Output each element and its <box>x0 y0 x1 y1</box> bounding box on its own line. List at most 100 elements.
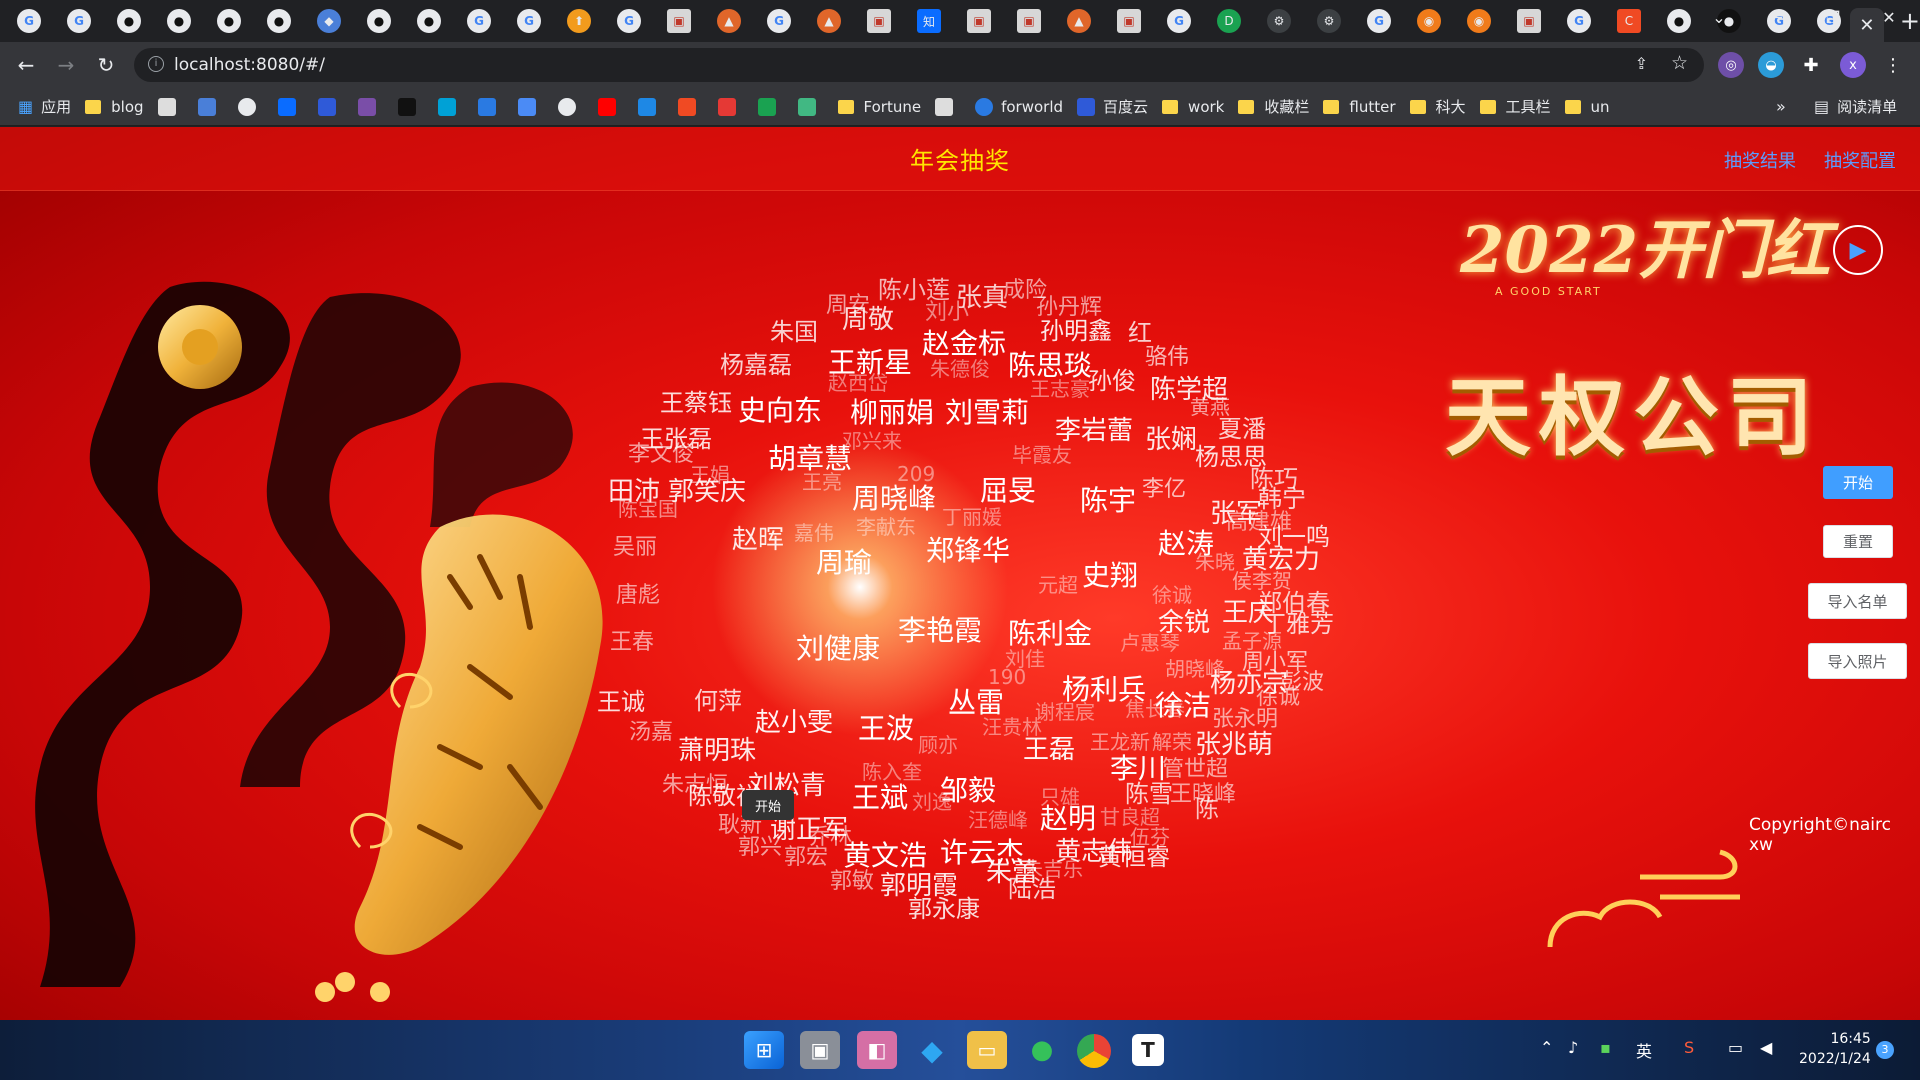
tab-site-icon[interactable]: D <box>1217 9 1241 33</box>
reset-button[interactable]: 重置 <box>1823 525 1893 558</box>
tab-github-icon[interactable]: ● <box>117 9 141 33</box>
tab-github-icon[interactable]: ● <box>417 9 441 33</box>
tab-google-icon[interactable]: G <box>1367 9 1391 33</box>
bookmark-site[interactable]: 百度云 <box>1077 96 1148 117</box>
tab-google-icon[interactable]: G <box>767 9 791 33</box>
tab-site-icon[interactable]: ◆ <box>317 9 341 33</box>
import-photos-button[interactable]: 导入照片 <box>1808 643 1907 679</box>
tab-gear-icon[interactable]: ⚙ <box>1317 9 1341 33</box>
tab-site-icon[interactable]: ▣ <box>967 9 991 33</box>
tab-google-icon[interactable]: G <box>17 9 41 33</box>
bookmark-site-icon[interactable] <box>477 97 496 116</box>
tab-search-icon[interactable]: ⌄ <box>1696 0 1742 34</box>
bookmark-site-icon[interactable] <box>935 97 954 116</box>
input-method-indicator[interactable]: 英 <box>1636 1038 1652 1062</box>
share-icon[interactable]: ⇪ <box>1635 54 1648 73</box>
bookmark-star-icon[interactable]: ☆ <box>1671 52 1688 74</box>
typora-icon[interactable]: T <box>1132 1034 1164 1066</box>
app-icon[interactable]: ◧ <box>857 1031 897 1069</box>
tab-github-icon[interactable]: ● <box>367 9 391 33</box>
volume-icon[interactable]: ♪ <box>1568 1038 1578 1057</box>
bookmark-folder[interactable]: 工具栏 <box>1479 96 1551 117</box>
bookmark-folder[interactable]: 科大 <box>1409 96 1466 117</box>
network-icon[interactable]: ▪ <box>1600 1038 1611 1057</box>
tab-zhihu-icon[interactable]: 知 <box>917 9 941 33</box>
sogou-icon[interactable]: S <box>1684 1038 1694 1057</box>
results-link[interactable]: 抽奖结果 <box>1724 147 1796 173</box>
tab-site-icon[interactable]: C <box>1617 9 1641 33</box>
tab-github-icon[interactable]: ● <box>267 9 291 33</box>
menu-kebab-icon[interactable]: ⋮ <box>1880 52 1906 78</box>
wechat-icon[interactable]: ● <box>1022 1031 1062 1069</box>
bookmark-github-icon[interactable] <box>557 97 576 116</box>
bookmark-folder[interactable]: un <box>1564 98 1610 116</box>
vscode-icon[interactable]: ◆ <box>912 1031 952 1069</box>
tab-google-icon[interactable]: G <box>617 9 641 33</box>
restore-button[interactable]: ❐ <box>1810 0 1856 34</box>
bookmark-site-icon[interactable] <box>197 97 216 116</box>
tab-site-icon[interactable]: ▣ <box>667 9 691 33</box>
close-window-button[interactable]: ✕ <box>1866 0 1912 34</box>
site-info-icon[interactable]: i <box>148 56 164 72</box>
bookmark-folder[interactable]: 收藏栏 <box>1238 96 1309 117</box>
tab-site-icon[interactable]: ▣ <box>1117 9 1141 33</box>
bookmark-bilibili-icon[interactable] <box>437 97 456 116</box>
tray-overflow-icon[interactable]: ⌃ <box>1540 1038 1553 1057</box>
bookmark-baidu-icon[interactable] <box>317 97 336 116</box>
file-explorer-icon[interactable]: ▭ <box>967 1031 1007 1069</box>
bookmark-folder[interactable]: Fortune <box>837 98 921 116</box>
bookmark-translate-icon[interactable] <box>517 97 536 116</box>
bookmark-folder[interactable]: flutter <box>1323 98 1396 116</box>
notification-badge[interactable]: 3 <box>1876 1041 1894 1059</box>
profile-avatar[interactable]: x <box>1840 52 1866 78</box>
bookmark-apps[interactable]: ▦ 应用 <box>18 96 71 117</box>
tab-site-icon[interactable]: ▲ <box>717 9 741 33</box>
tab-site-icon[interactable]: ▲ <box>1067 9 1091 33</box>
tab-google-icon[interactable]: G <box>1167 9 1191 33</box>
speaker-icon[interactable]: ◀ <box>1760 1038 1772 1057</box>
config-link[interactable]: 抽奖配置 <box>1824 147 1896 173</box>
system-clock[interactable]: 16:45 2022/1/24 <box>1799 1029 1871 1069</box>
import-names-button[interactable]: 导入名单 <box>1808 583 1907 619</box>
reload-icon[interactable]: ↻ <box>86 45 126 85</box>
reading-list-button[interactable]: ▤ 阅读清单 <box>1814 96 1897 117</box>
tab-google-icon[interactable]: G <box>1567 9 1591 33</box>
bookmark-youtube-icon[interactable] <box>597 97 616 116</box>
tab-site-icon[interactable]: ▣ <box>867 9 891 33</box>
bookmark-site-icon[interactable] <box>157 97 176 116</box>
tab-site-icon[interactable]: ▣ <box>1517 9 1541 33</box>
bookmarks-overflow-icon[interactable]: » <box>1776 97 1786 116</box>
bookmark-site-icon[interactable] <box>357 97 376 116</box>
tab-google-icon[interactable]: G <box>67 9 91 33</box>
minimize-button[interactable]: ─ <box>1754 0 1800 34</box>
bookmark-site-icon[interactable] <box>397 97 416 116</box>
tab-github-icon[interactable]: ● <box>1667 9 1691 33</box>
tab-site-icon[interactable]: ▲ <box>817 9 841 33</box>
bookmark-vue-icon[interactable] <box>797 97 816 116</box>
bookmark-site[interactable]: forworld <box>975 97 1063 116</box>
task-view-icon[interactable]: ▣ <box>800 1031 840 1069</box>
tab-google-icon[interactable]: G <box>517 9 541 33</box>
bookmark-site-icon[interactable] <box>637 97 656 116</box>
tab-google-icon[interactable]: G <box>467 9 491 33</box>
address-bar[interactable]: i localhost:8080/#/ ⇪ ☆ <box>134 48 1704 82</box>
back-icon[interactable]: ← <box>6 45 46 85</box>
tab-github-icon[interactable]: ● <box>217 9 241 33</box>
bookmark-zhihu-icon[interactable] <box>277 97 296 116</box>
tab-site-icon[interactable]: ◉ <box>1417 9 1441 33</box>
display-icon[interactable]: ▭ <box>1728 1038 1743 1057</box>
windows-start-icon[interactable]: ⊞ <box>744 1031 784 1069</box>
bookmark-site-icon[interactable] <box>757 97 776 116</box>
tab-gear-icon[interactable]: ⚙ <box>1267 9 1291 33</box>
tab-site-icon[interactable]: ⬆ <box>567 9 591 33</box>
extension-icon[interactable]: ◎ <box>1718 52 1744 78</box>
chrome-icon[interactable] <box>1077 1034 1111 1068</box>
bookmark-site-icon[interactable] <box>677 97 696 116</box>
bookmark-site-icon[interactable] <box>717 97 736 116</box>
bookmark-folder[interactable]: blog <box>85 98 144 116</box>
extension-icon[interactable]: ◒ <box>1758 52 1784 78</box>
tab-github-icon[interactable]: ● <box>167 9 191 33</box>
bookmark-site-icon[interactable] <box>237 97 256 116</box>
tab-site-icon[interactable]: ▣ <box>1017 9 1041 33</box>
forward-icon[interactable]: → <box>46 45 86 85</box>
